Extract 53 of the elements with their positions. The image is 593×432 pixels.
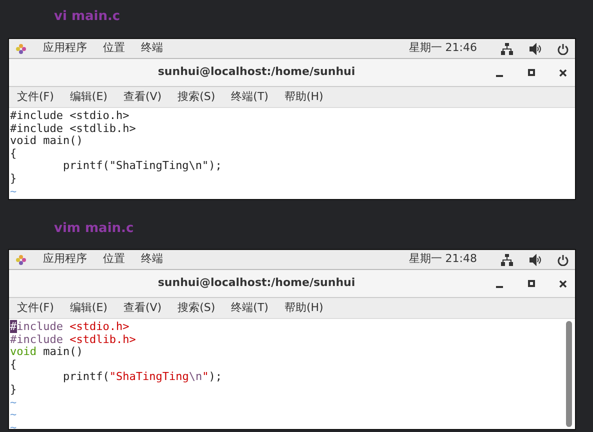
power-icon[interactable]	[557, 254, 569, 266]
empty-line-marker: ~	[10, 396, 18, 410]
menu-item[interactable]: 帮助(H)	[280, 300, 328, 316]
section-heading: vi main.c	[53, 8, 122, 26]
clock: 星期一 21:48	[408, 251, 477, 268]
code-line: #include <stdlib.h>	[10, 334, 137, 346]
top-menu-item[interactable]: 位置	[103, 40, 125, 57]
window-title: sunhui@localhost:/home/sunhui	[158, 64, 356, 80]
code-line: #include <stdio.h>	[10, 110, 130, 123]
code-line: {	[10, 358, 18, 372]
window-title: sunhui@localhost:/home/sunhui	[158, 275, 356, 292]
menu-item[interactable]: 搜索(S)	[174, 300, 220, 316]
maximize-icon[interactable]	[528, 280, 536, 287]
app-menu-flower-icon[interactable]	[15, 42, 27, 54]
menu-item[interactable]: 终端(T)	[227, 88, 272, 106]
menu-item[interactable]: 查看(V)	[119, 88, 166, 106]
code-line: }	[10, 384, 18, 397]
volume-icon[interactable]	[529, 254, 541, 266]
code-line: void main()	[10, 135, 84, 148]
code-line: {	[10, 148, 18, 160]
top-menu-item[interactable]: 应用程序	[43, 40, 87, 57]
code-line: }	[10, 172, 18, 186]
top-menu-item[interactable]: 终端	[141, 251, 163, 268]
menu-item[interactable]: 帮助(H)	[280, 88, 328, 106]
menu-item[interactable]: 文件(F)	[13, 88, 58, 106]
network-icon[interactable]	[501, 42, 513, 54]
close-icon[interactable]	[559, 280, 568, 288]
menu-item[interactable]: 搜索(S)	[174, 88, 220, 106]
menu-item[interactable]: 编辑(E)	[66, 88, 112, 106]
code-line: printf("ShaTingTing\n");	[62, 371, 223, 384]
top-menu-item[interactable]: 应用程序	[43, 251, 87, 268]
code-line: void main()	[10, 346, 84, 359]
scrollbar[interactable]	[566, 321, 572, 427]
menu-item[interactable]: 文件(F)	[13, 300, 58, 316]
volume-icon[interactable]	[529, 42, 541, 54]
menu-item[interactable]: 终端(T)	[227, 300, 272, 316]
code-line: #include <stdio.h>	[10, 321, 130, 334]
empty-line-marker: ~	[10, 186, 18, 198]
empty-line-marker: ~	[10, 422, 18, 429]
maximize-icon[interactable]	[528, 69, 536, 76]
close-icon[interactable]	[559, 68, 568, 76]
code-line: #include <stdlib.h>	[10, 122, 137, 136]
empty-line-marker: ~	[10, 409, 18, 422]
top-menu-item[interactable]: 终端	[141, 40, 163, 57]
section-heading: vim main.c	[53, 220, 135, 238]
menu-item[interactable]: 编辑(E)	[66, 300, 112, 316]
network-icon[interactable]	[501, 254, 513, 266]
menu-item[interactable]: 查看(V)	[119, 300, 166, 316]
app-menu-flower-icon[interactable]	[15, 254, 27, 266]
code-line: printf("ShaTingTing\n");	[62, 160, 223, 173]
top-menu-item[interactable]: 位置	[103, 251, 125, 268]
clock: 星期一 21:46	[408, 40, 477, 56]
power-icon[interactable]	[557, 42, 569, 54]
